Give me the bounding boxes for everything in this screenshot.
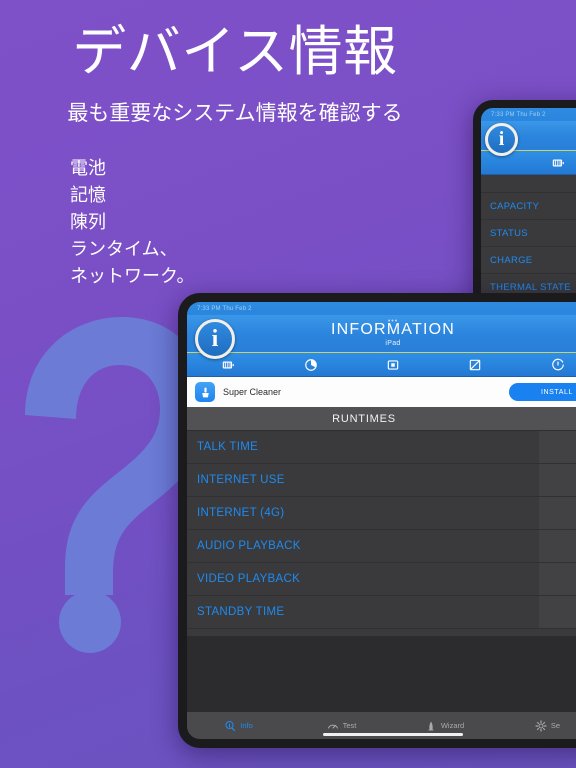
broom-icon <box>201 387 209 397</box>
battery-icon <box>222 361 235 368</box>
device-bezel: 7:33 PM Thu Feb 2 i ••• INFORMATION iPad <box>187 302 576 739</box>
list-item[interactable]: CHARGE <box>481 247 576 274</box>
list-item[interactable]: CAPACITY <box>481 193 576 220</box>
toolbar-battery-tab[interactable] <box>187 358 269 372</box>
toolbar-device-tab[interactable] <box>352 358 434 372</box>
list-item: 電池 <box>70 158 106 179</box>
section-title: RUNTIMES <box>332 412 396 425</box>
battery-icon <box>552 159 564 166</box>
status-bar-time: 7:33 PM Thu Feb 2 <box>491 111 546 118</box>
toolbar-display-tab[interactable] <box>434 358 516 372</box>
row-label: THERMAL STATE <box>490 281 571 293</box>
table-row[interactable]: STANDBY TIME <box>187 596 576 629</box>
tab-wizard[interactable]: Wizard <box>393 720 496 732</box>
table-row[interactable]: INTERNET USE <box>187 464 576 497</box>
tab-test[interactable]: Test <box>290 720 393 732</box>
device-icon <box>387 359 399 370</box>
row-label: INTERNET (4G) <box>197 507 285 519</box>
tab-label: Info <box>240 721 253 730</box>
nav-subtitle: iPad <box>385 339 401 347</box>
toolbar-battery-tab[interactable] <box>481 156 576 170</box>
row-label: TALK TIME <box>197 441 259 453</box>
nav-bar: i ••• INFORMATION iPad <box>187 315 576 359</box>
secondary-device-mockup: 7:33 PM Thu Feb 2 i CAPACITY STATUS CHAR… <box>473 100 576 315</box>
pie-chart-icon <box>304 358 317 371</box>
row-label: CAPACITY <box>490 200 540 212</box>
tab-label: Test <box>342 721 357 730</box>
list-item: ランタイム、 <box>70 239 178 260</box>
list-item: ネットワーク。 <box>70 266 195 287</box>
tab-settings[interactable]: Se <box>496 719 576 732</box>
row-label: AUDIO PLAYBACK <box>197 540 301 552</box>
nav-dots: ••• <box>387 318 399 325</box>
device-bezel: 7:33 PM Thu Feb 2 i CAPACITY STATUS CHAR… <box>481 108 576 307</box>
marketing-copy: デバイス情報 最も重要なシステム情報を確認する 電池 記憶 陳列 ランタイム、 … <box>0 0 470 290</box>
info-search-icon <box>225 720 236 731</box>
table-row[interactable]: TALK TIME <box>187 431 576 464</box>
row-label: VIDEO PLAYBACK <box>197 573 301 585</box>
row-label: INTERNET USE <box>197 474 285 486</box>
app-icon <box>195 382 215 402</box>
status-bar: 7:33 PM Thu Feb 2 <box>481 108 576 121</box>
toolbar-runtimes-tab[interactable] <box>517 358 576 372</box>
toolbar-storage-tab[interactable] <box>269 358 351 372</box>
tab-label: Wizard <box>440 721 465 730</box>
runtimes-list: TALK TIME INTERNET USE INTERNET (4G) AUD… <box>187 431 576 629</box>
row-label: CHARGE <box>490 254 533 266</box>
table-row[interactable]: AUDIO PLAYBACK <box>187 530 576 563</box>
tab-label: Se <box>550 721 561 730</box>
device-screen: 7:33 PM Thu Feb 2 i ••• INFORMATION iPad <box>187 302 576 739</box>
app-logo-badge: i <box>195 319 235 359</box>
list-item: 記憶 <box>70 185 106 206</box>
page-title: デバイス情報 <box>72 22 398 82</box>
row-label: STANDBY TIME <box>197 606 285 618</box>
list-item: 陳列 <box>70 212 106 233</box>
app-logo-badge: i <box>485 123 518 156</box>
home-indicator <box>323 733 463 736</box>
status-bar: 7:33 PM Thu Feb 2 <box>187 302 576 315</box>
display-icon <box>470 359 481 370</box>
ad-banner[interactable]: Super Cleaner INSTALL <box>187 377 576 407</box>
section-toolbar[interactable] <box>187 353 576 377</box>
wizard-icon <box>428 721 434 730</box>
primary-device-mockup: 7:33 PM Thu Feb 2 i ••• INFORMATION iPad <box>178 293 576 748</box>
table-row[interactable]: INTERNET (4G) <box>187 497 576 530</box>
status-bar-time: 7:33 PM Thu Feb 2 <box>197 305 252 312</box>
list-item[interactable]: STATUS <box>481 220 576 247</box>
battery-list: CAPACITY STATUS CHARGE THERMAL STATE <box>481 193 576 301</box>
list-spacer <box>481 175 576 193</box>
row-label: STATUS <box>490 227 528 239</box>
clock-icon <box>552 358 564 370</box>
section-header: RUNTIMES <box>187 407 576 431</box>
feature-list: 電池 記憶 陳列 ランタイム、 ネットワーク。 <box>0 155 470 290</box>
device-screen: 7:33 PM Thu Feb 2 i CAPACITY STATUS CHAR… <box>481 108 576 307</box>
tab-info[interactable]: Info <box>187 720 290 732</box>
gauge-icon <box>327 724 338 728</box>
nav-bar: i <box>481 121 576 156</box>
question-mark-decoration <box>25 317 200 653</box>
tab-bar[interactable]: Info Test Wizard Se <box>187 711 576 739</box>
content-filler <box>187 636 576 711</box>
table-row[interactable]: VIDEO PLAYBACK <box>187 563 576 596</box>
ad-app-name: Super Cleaner <box>223 387 282 397</box>
install-button[interactable]: INSTALL <box>509 383 576 401</box>
page-subtitle: 最も重要なシステム情報を確認する <box>67 102 403 126</box>
screenshot-root: デバイス情報 最も重要なシステム情報を確認する 電池 記憶 陳列 ランタイム、 … <box>0 0 576 768</box>
gear-icon <box>535 719 547 732</box>
